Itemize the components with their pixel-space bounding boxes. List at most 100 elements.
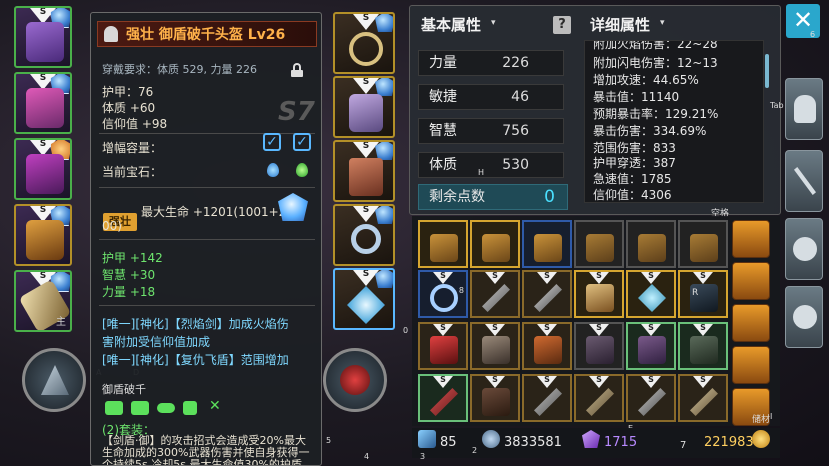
equip-slot-necklace[interactable]: S (333, 12, 395, 74)
equip-slot-boots[interactable]: S (333, 140, 395, 202)
armor-icon (534, 336, 562, 364)
s-rank-badge: S (353, 78, 379, 94)
armor-icon (638, 336, 666, 364)
hint-8: 8 (458, 286, 464, 295)
inventory-cell[interactable]: SR (678, 270, 728, 318)
tab-settings[interactable] (785, 286, 823, 348)
stat-value: 530 (502, 157, 529, 173)
divider (99, 133, 315, 134)
inventory-cell[interactable]: S (418, 374, 468, 422)
inventory-cell[interactable] (522, 220, 572, 268)
equip-slot-gloves[interactable]: S (14, 138, 72, 200)
slash-icon (340, 365, 370, 395)
inventory-cell[interactable] (626, 220, 676, 268)
unique2-line1: [唯一][神化]【复仇飞盾】范围增加 (102, 353, 289, 367)
chevron-down-icon[interactable]: ▾ (491, 18, 496, 28)
hint-2: 2 (472, 446, 478, 455)
bracer-icon (349, 94, 383, 132)
divider (99, 187, 315, 188)
stat-row-agility: 敏捷 46 (418, 84, 564, 110)
s-rank-badge: S (353, 206, 379, 222)
tab-hint: Tab (770, 101, 784, 110)
wing-icon (586, 284, 614, 312)
help-icon[interactable]: ? (553, 16, 571, 34)
inventory-cell[interactable]: S (574, 322, 624, 370)
s-rank-badge: S (485, 376, 505, 388)
inventory-cell[interactable]: S (626, 322, 676, 370)
inventory-cell[interactable]: S (470, 270, 520, 318)
belt-icon (26, 220, 64, 260)
s-rank-badge: S (641, 376, 661, 388)
s-rank-badge: S (353, 14, 379, 30)
hint-5: 5 (326, 436, 332, 445)
inventory-cell[interactable]: S8 (418, 270, 468, 318)
equip-slot-weapon[interactable]: S 主 (14, 270, 72, 332)
stat-row-constitution: 体质 530 (418, 152, 564, 178)
s-rank-badge: S (485, 272, 505, 284)
s-rank-badge: S (433, 272, 453, 284)
gold-coin-icon (752, 430, 770, 448)
inventory-cell[interactable]: S (522, 322, 572, 370)
item-tooltip: 强壮 御盾破千头盔 Lv26 穿戴要求：体质 529, 力量 226 S7 护甲… (90, 12, 322, 466)
capacity-checkbox-2[interactable]: ✓ (293, 133, 311, 151)
hint-i: I (770, 412, 773, 421)
chest-icon[interactable] (732, 262, 770, 300)
divider (99, 239, 315, 240)
set-desc-3: 个持续5s,冷却5s,最大生命值30%的护盾 (102, 458, 302, 466)
inventory-cell[interactable]: S (678, 322, 728, 370)
chest-icon[interactable] (732, 304, 770, 342)
inventory-cell[interactable]: S (418, 322, 468, 370)
equip-slot-helmet[interactable]: S (14, 6, 72, 68)
capacity-checkbox-1[interactable]: ✓ (263, 133, 281, 151)
lock-icon[interactable] (291, 63, 303, 77)
tab-equipment[interactable] (785, 78, 823, 140)
s-rank-badge: S (693, 272, 713, 284)
chest-icon[interactable] (732, 220, 770, 258)
inventory-cell[interactable] (574, 220, 624, 268)
weapon-icon (638, 388, 666, 416)
chevron-down-icon[interactable]: ▾ (660, 18, 665, 28)
max-hp-line1: 最大生命 +1201(1001+2 (141, 205, 287, 219)
inventory-cell[interactable]: S (522, 270, 572, 318)
max-hp-line2: 00) (102, 219, 122, 233)
stat-label: 力量 (429, 55, 457, 71)
inventory-cell[interactable] (418, 220, 468, 268)
detail-line: 急速值：1785 (593, 172, 672, 186)
bag-icon (534, 234, 562, 262)
gem-value: 1715 (604, 435, 638, 450)
unique1-line2: 害附加受信仰值加成 (102, 335, 211, 349)
inventory-cell[interactable] (470, 220, 520, 268)
inventory-cell[interactable]: S (470, 374, 520, 422)
inventory-cell[interactable]: S (626, 374, 676, 422)
tab-talents[interactable] (785, 218, 823, 280)
equip-slot-bracer[interactable]: S (333, 76, 395, 138)
inventory-cell[interactable]: S (574, 374, 624, 422)
stat-row-strength: 力量 226 (418, 50, 564, 76)
expand-capacity-label: 增幅容量： (102, 141, 163, 155)
tab-skills[interactable] (785, 150, 823, 212)
power-icon (482, 430, 500, 448)
detail-attrs-list[interactable]: 附加火焰伤害：22~28 附加闪电伤害：12~13 增加攻速：44.65% 暴击… (584, 40, 764, 203)
inventory-cell[interactable]: S (470, 322, 520, 370)
helmet-icon (104, 26, 118, 42)
inventory-cell[interactable]: S (574, 270, 624, 318)
equip-slot-ring[interactable]: S (333, 204, 395, 266)
stat-row-wisdom: 智慧 756 (418, 118, 564, 144)
equip-slot-shoulder[interactable]: S (14, 72, 72, 134)
skill-button-right[interactable] (323, 348, 387, 412)
equip-slot-belt[interactable]: S (14, 204, 72, 266)
equip-slot-relic[interactable]: S (333, 268, 395, 330)
inventory-cell[interactable] (678, 220, 728, 268)
inventory-cell[interactable]: S (678, 374, 728, 422)
skill-button-left[interactable] (22, 348, 86, 412)
inventory-cell[interactable]: S (626, 270, 676, 318)
chest-icon[interactable] (732, 346, 770, 384)
inventory-cell[interactable]: S (522, 374, 572, 422)
storage-label: 储材 (752, 415, 771, 425)
green-gem-icon (296, 163, 308, 177)
detail-scrollbar[interactable] (765, 54, 769, 88)
bonus-strength: 力量 +18 (102, 285, 156, 299)
item-title: 强壮 御盾破千头盔 Lv26 (126, 27, 286, 43)
main-hand-tag: 主 (56, 317, 66, 328)
crystal-icon (638, 284, 666, 312)
